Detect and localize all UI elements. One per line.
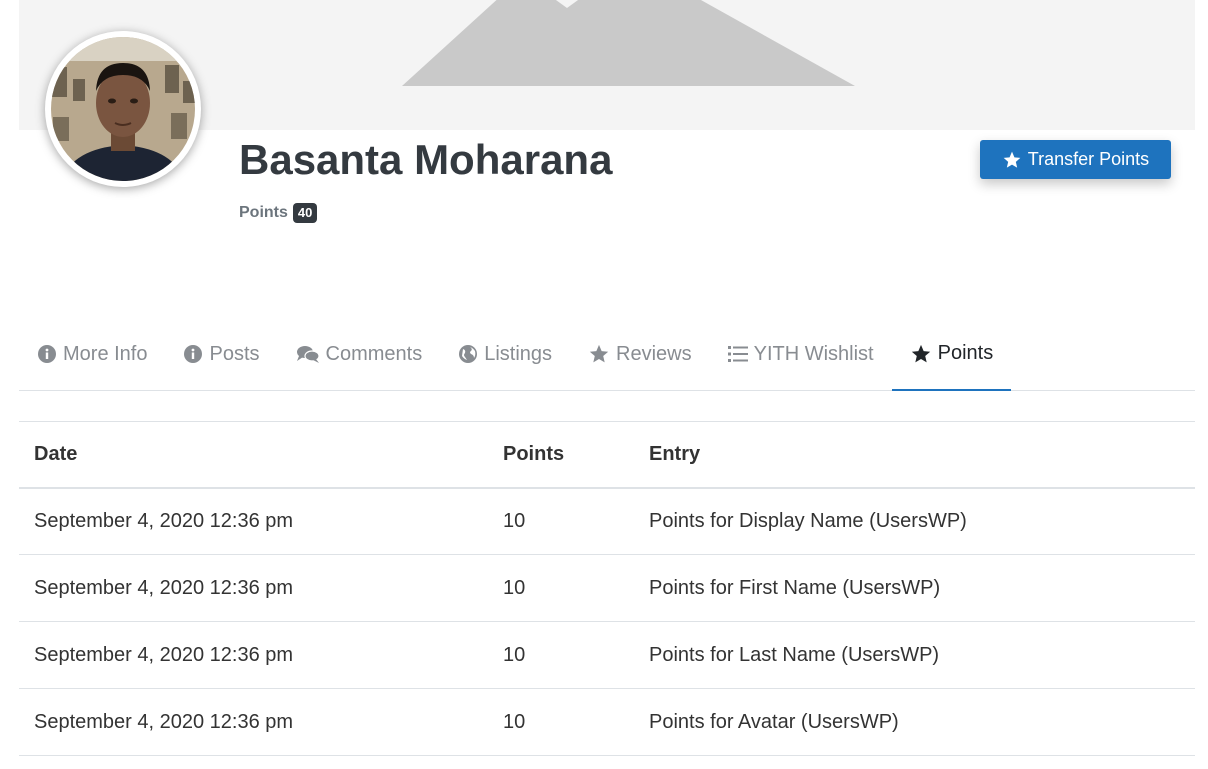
tab-label: Listings <box>484 342 553 365</box>
avatar-photo <box>51 37 195 181</box>
table-header-row: Date Points Entry <box>19 421 1195 489</box>
row-points: 10 <box>488 688 634 756</box>
row-date: September 4, 2020 12:36 pm <box>19 621 488 689</box>
tab-label: YITH Wishlist <box>753 342 874 365</box>
profile-page: Basanta Moharana Points 40 Transfer Poin… <box>0 0 1208 769</box>
row-date: September 4, 2020 12:36 pm <box>19 554 488 622</box>
star-icon <box>1003 151 1021 168</box>
points-history-table: Date Points Entry September 4, 2020 12:3… <box>19 421 1195 756</box>
column-header-date: Date <box>19 421 488 489</box>
tab-reviews[interactable]: Reviews <box>570 318 710 390</box>
tab-label: Reviews <box>616 342 692 365</box>
tab-comments[interactable]: Comments <box>278 318 441 390</box>
row-entry: Points for First Name (UsersWP) <box>634 554 1195 622</box>
profile-tabs: More Info Posts Comments Listings Review… <box>19 318 1195 391</box>
star-icon <box>910 343 932 365</box>
comments-icon <box>296 344 320 364</box>
row-entry: Points for Avatar (UsersWP) <box>634 688 1195 756</box>
row-points: 10 <box>488 621 634 689</box>
row-points: 10 <box>488 487 634 555</box>
list-icon <box>727 345 748 363</box>
globe-icon <box>458 344 478 364</box>
row-date: September 4, 2020 12:36 pm <box>19 487 488 555</box>
profile-name: Basanta Moharana <box>239 136 613 183</box>
row-entry: Points for Last Name (UsersWP) <box>634 621 1195 689</box>
transfer-points-label: Transfer Points <box>1027 149 1150 169</box>
table-row: September 4, 2020 12:36 pm 10 Points for… <box>19 554 1195 622</box>
tab-posts[interactable]: Posts <box>165 318 277 390</box>
points-count-badge: 40 <box>292 203 318 223</box>
info-circle-icon <box>183 344 203 364</box>
table-row: September 4, 2020 12:36 pm 10 Points for… <box>19 487 1195 555</box>
tab-label: More Info <box>63 342 148 365</box>
tab-more-info[interactable]: More Info <box>19 318 165 390</box>
tab-listings[interactable]: Listings <box>440 318 570 390</box>
star-icon <box>588 343 610 365</box>
column-header-points: Points <box>488 421 634 489</box>
tab-label: Points <box>937 342 994 364</box>
points-label: Points <box>239 204 288 221</box>
info-circle-icon <box>37 344 57 364</box>
table-row: September 4, 2020 12:36 pm 10 Points for… <box>19 621 1195 689</box>
table-row: September 4, 2020 12:36 pm 10 Points for… <box>19 688 1195 756</box>
points-summary: Points 40 <box>239 203 318 223</box>
tab-points[interactable]: Points <box>891 318 1012 391</box>
tab-label: Posts <box>209 342 260 365</box>
column-header-entry: Entry <box>634 421 1195 489</box>
tab-yith-wishlist[interactable]: YITH Wishlist <box>710 318 892 390</box>
avatar[interactable] <box>45 31 201 187</box>
row-date: September 4, 2020 12:36 pm <box>19 688 488 756</box>
row-points: 10 <box>488 554 634 622</box>
row-entry: Points for Display Name (UsersWP) <box>634 487 1195 555</box>
transfer-points-button[interactable]: Transfer Points <box>980 140 1171 179</box>
tab-label: Comments <box>325 342 423 365</box>
